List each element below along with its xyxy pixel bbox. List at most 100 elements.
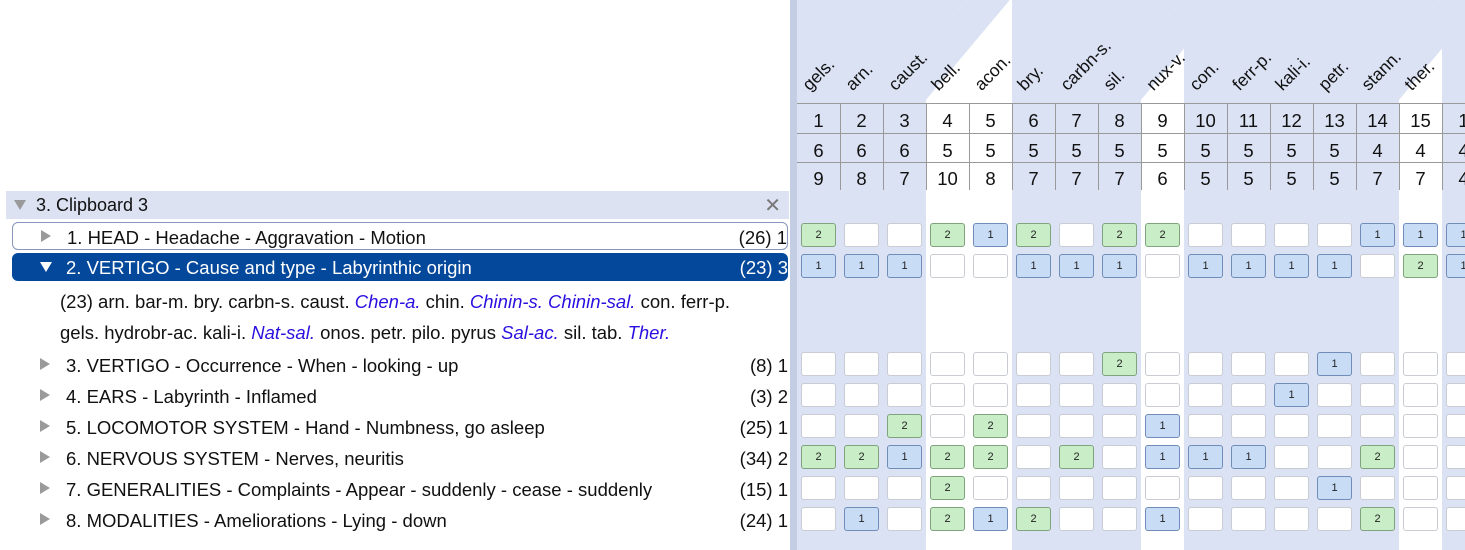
grade-cell[interactable] bbox=[1274, 476, 1309, 500]
grade-cell[interactable]: 2 bbox=[1360, 507, 1395, 531]
grade-cell[interactable]: 1 bbox=[1274, 254, 1309, 278]
grade-cell[interactable] bbox=[1188, 414, 1223, 438]
grade-cell[interactable] bbox=[1360, 254, 1395, 278]
grade-cell[interactable] bbox=[887, 352, 922, 376]
grade-cell[interactable]: 2 bbox=[1102, 352, 1137, 376]
grade-cell[interactable]: 1 bbox=[1274, 383, 1309, 407]
grade-cell[interactable] bbox=[1016, 383, 1051, 407]
expand-triangle-icon[interactable] bbox=[40, 420, 50, 432]
grade-cell[interactable]: 1 bbox=[1317, 476, 1352, 500]
grade-cell[interactable] bbox=[887, 507, 922, 531]
grade-cell[interactable] bbox=[1231, 414, 1266, 438]
grade-cell[interactable] bbox=[1188, 507, 1223, 531]
grade-cell[interactable]: 2 bbox=[1145, 223, 1180, 247]
grade-cell[interactable]: 1 bbox=[1059, 254, 1094, 278]
grade-cell[interactable]: 2 bbox=[1360, 445, 1395, 469]
grade-cell[interactable] bbox=[844, 414, 879, 438]
remedy-link[interactable]: Sal-ac. bbox=[501, 322, 559, 343]
grade-cell[interactable] bbox=[1145, 383, 1180, 407]
grade-cell[interactable] bbox=[801, 476, 836, 500]
grade-cell[interactable] bbox=[887, 223, 922, 247]
grade-cell[interactable] bbox=[1446, 383, 1465, 407]
grade-cell[interactable] bbox=[1274, 352, 1309, 376]
grade-cell[interactable] bbox=[1403, 414, 1438, 438]
grade-cell[interactable] bbox=[1231, 352, 1266, 376]
grade-cell[interactable] bbox=[844, 383, 879, 407]
grade-cell[interactable]: 1 bbox=[1360, 223, 1395, 247]
grade-cell[interactable]: 2 bbox=[1016, 507, 1051, 531]
rubric-row[interactable]: 2. VERTIGO - Cause and type - Labyrinthi… bbox=[12, 253, 788, 281]
grade-cell[interactable] bbox=[1360, 476, 1395, 500]
grade-cell[interactable] bbox=[1231, 383, 1266, 407]
grade-cell[interactable]: 1 bbox=[1188, 445, 1223, 469]
panel-divider[interactable] bbox=[790, 0, 797, 550]
grade-cell[interactable] bbox=[801, 352, 836, 376]
grade-cell[interactable] bbox=[1403, 445, 1438, 469]
grade-cell[interactable] bbox=[930, 414, 965, 438]
grade-cell[interactable]: 1 bbox=[1231, 445, 1266, 469]
grade-cell[interactable] bbox=[1274, 414, 1309, 438]
grade-cell[interactable] bbox=[1059, 414, 1094, 438]
grade-cell[interactable] bbox=[1360, 414, 1395, 438]
grade-cell[interactable]: 2 bbox=[930, 507, 965, 531]
expand-triangle-icon[interactable] bbox=[41, 230, 51, 242]
grade-cell[interactable] bbox=[887, 476, 922, 500]
grade-cell[interactable] bbox=[1403, 476, 1438, 500]
grade-cell[interactable]: 1 bbox=[801, 254, 836, 278]
grade-cell[interactable] bbox=[1145, 254, 1180, 278]
grade-cell[interactable] bbox=[1145, 352, 1180, 376]
grade-cell[interactable] bbox=[1016, 445, 1051, 469]
grade-cell[interactable] bbox=[1231, 476, 1266, 500]
expand-triangle-icon[interactable] bbox=[40, 358, 50, 370]
grade-cell[interactable] bbox=[973, 476, 1008, 500]
grade-cell[interactable]: 2 bbox=[1403, 254, 1438, 278]
grade-cell[interactable]: 2 bbox=[801, 445, 836, 469]
grade-cell[interactable] bbox=[930, 383, 965, 407]
rubric-row[interactable]: 1. HEAD - Headache - Aggravation - Motio… bbox=[12, 222, 788, 250]
grade-cell[interactable]: 1 bbox=[844, 254, 879, 278]
grade-cell[interactable] bbox=[973, 254, 1008, 278]
remedy-link[interactable]: Chinin-s. bbox=[470, 291, 543, 312]
grade-cell[interactable] bbox=[1188, 223, 1223, 247]
grade-cell[interactable]: 2 bbox=[801, 223, 836, 247]
grade-cell[interactable] bbox=[1446, 445, 1465, 469]
expand-triangle-icon[interactable] bbox=[40, 451, 50, 463]
grade-cell[interactable] bbox=[801, 507, 836, 531]
grade-cell[interactable] bbox=[1102, 383, 1137, 407]
grade-cell[interactable] bbox=[844, 476, 879, 500]
grade-cell[interactable]: 2 bbox=[973, 414, 1008, 438]
grade-cell[interactable] bbox=[1403, 352, 1438, 376]
grade-cell[interactable] bbox=[1446, 414, 1465, 438]
rubric-row[interactable]: 6. NERVOUS SYSTEM - Nerves, neuritis (34)… bbox=[12, 444, 788, 472]
grade-cell[interactable]: 1 bbox=[1446, 223, 1465, 247]
grade-cell[interactable] bbox=[1231, 223, 1266, 247]
grade-cell[interactable] bbox=[1317, 445, 1352, 469]
expand-triangle-icon[interactable] bbox=[40, 482, 50, 494]
grade-cell[interactable]: 2 bbox=[930, 476, 965, 500]
grade-cell[interactable]: 1 bbox=[1145, 507, 1180, 531]
grade-cell[interactable]: 1 bbox=[1317, 352, 1352, 376]
grade-cell[interactable] bbox=[1317, 414, 1352, 438]
grade-cell[interactable] bbox=[1317, 223, 1352, 247]
rubric-row[interactable]: 8. MODALITIES - Ameliorations - Lying - … bbox=[12, 506, 788, 534]
grade-cell[interactable] bbox=[1317, 507, 1352, 531]
grade-cell[interactable]: 1 bbox=[887, 254, 922, 278]
expand-triangle-icon[interactable] bbox=[14, 200, 26, 210]
rubric-row[interactable]: 3. VERTIGO - Occurrence - When - looking… bbox=[12, 351, 788, 379]
grade-cell[interactable] bbox=[1360, 383, 1395, 407]
grade-cell[interactable]: 1 bbox=[887, 445, 922, 469]
remedy-link[interactable]: Chinin-sal. bbox=[548, 291, 635, 312]
grade-cell[interactable]: 1 bbox=[1317, 254, 1352, 278]
grade-cell[interactable]: 1 bbox=[1145, 414, 1180, 438]
rubric-row[interactable]: 4. EARS - Labyrinth - Inflamed (3) 2 bbox=[12, 382, 788, 410]
grade-cell[interactable]: 2 bbox=[973, 445, 1008, 469]
rubric-row[interactable]: 7. GENERALITIES - Complaints - Appear - … bbox=[12, 475, 788, 503]
grade-cell[interactable] bbox=[1446, 352, 1465, 376]
grade-cell[interactable] bbox=[1145, 476, 1180, 500]
grade-cell[interactable]: 1 bbox=[1016, 254, 1051, 278]
grade-cell[interactable] bbox=[1059, 223, 1094, 247]
grade-cell[interactable] bbox=[1360, 352, 1395, 376]
grade-cell[interactable] bbox=[930, 254, 965, 278]
grade-cell[interactable] bbox=[1016, 414, 1051, 438]
grade-cell[interactable] bbox=[1274, 445, 1309, 469]
